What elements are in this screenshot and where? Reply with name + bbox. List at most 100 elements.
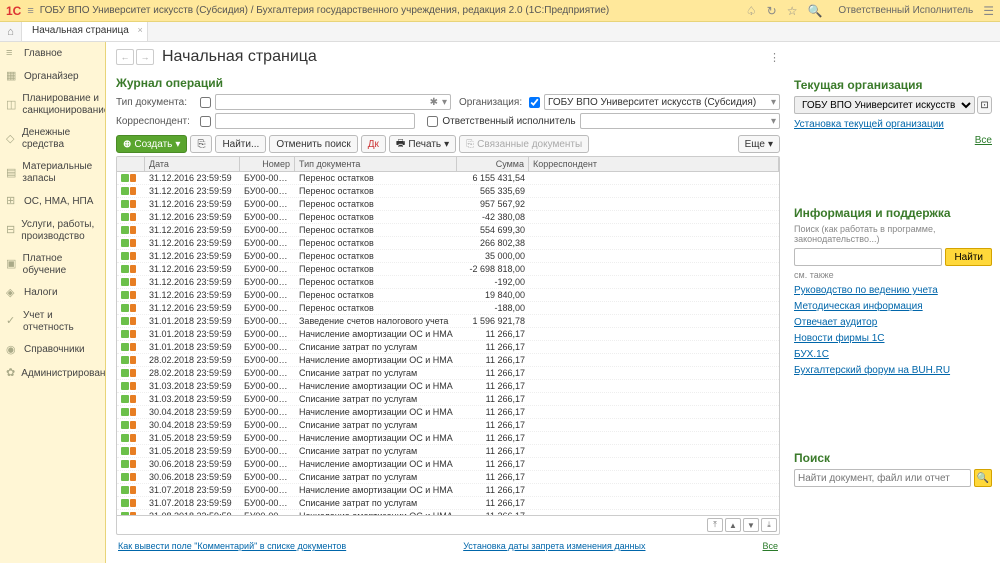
table-row[interactable]: 31.01.2018 23:59:59БУ00-000001Начисление…: [117, 328, 779, 341]
org-label: Организация:: [455, 97, 525, 108]
table-row[interactable]: 31.12.2016 23:59:59БУ00-000001Перенос ос…: [117, 172, 779, 185]
info-link-2[interactable]: Отвечает аудитор: [794, 317, 992, 328]
table-row[interactable]: 28.02.2018 23:59:59БУ00-000002Списание з…: [117, 367, 779, 380]
sidebar-item-7[interactable]: ▣Платное обучение: [0, 248, 105, 282]
sidebar-label: Услуги, работы, производство: [21, 219, 99, 243]
col-corr[interactable]: Корреспондент: [529, 157, 779, 171]
nav-back[interactable]: ←: [116, 49, 134, 65]
col-type[interactable]: Тип документа: [295, 157, 457, 171]
table-row[interactable]: 31.12.2016 23:59:59БУ00-000003Перенос ос…: [117, 185, 779, 198]
resp-label: Ответственный исполнитель: [442, 116, 575, 127]
sidebar-icon: ✿: [6, 367, 15, 380]
close-icon[interactable]: ×: [138, 25, 143, 35]
create-button[interactable]: ⊕Создать▾: [116, 135, 187, 153]
table-row[interactable]: 31.12.2016 23:59:59БУ00-000006Перенос ос…: [117, 224, 779, 237]
table-row[interactable]: 31.01.2018 23:59:59БУ00-000001Списание з…: [117, 341, 779, 354]
table-row[interactable]: 31.12.2016 23:59:59БУ00-000012Перенос ос…: [117, 302, 779, 315]
sidebar-item-8[interactable]: ◈Налоги: [0, 282, 105, 305]
footer-all[interactable]: Все: [762, 541, 778, 551]
corr-field[interactable]: [215, 113, 415, 129]
more-icon[interactable]: ⋮: [769, 51, 780, 64]
info-link-0[interactable]: Руководство по ведению учета: [794, 285, 992, 296]
corr-check[interactable]: [200, 116, 211, 127]
table-row[interactable]: 28.02.2018 23:59:59БУ00-000002Начисление…: [117, 354, 779, 367]
org-extra-button[interactable]: ⊡: [977, 96, 992, 114]
table-row[interactable]: 31.01.2018 23:59:59БУ00-000001Заведение …: [117, 315, 779, 328]
table-row[interactable]: 30.06.2018 23:59:59БУ00-000006Списание з…: [117, 471, 779, 484]
table-row[interactable]: 31.12.2016 23:59:59БУ00-000011Перенос ос…: [117, 289, 779, 302]
table-row[interactable]: 31.07.2018 23:59:59БУ00-000007Списание з…: [117, 497, 779, 510]
table-row[interactable]: 30.04.2018 23:59:59БУ00-000004Списание з…: [117, 419, 779, 432]
grid-up[interactable]: ▲: [725, 518, 741, 532]
table-row[interactable]: 31.12.2016 23:59:59БУ00-000007Перенос ос…: [117, 237, 779, 250]
org-setup-link[interactable]: Установка текущей организации: [794, 119, 992, 130]
table-row[interactable]: 30.04.2018 23:59:59БУ00-000004Начисление…: [117, 406, 779, 419]
footer-link-comment[interactable]: Как вывести поле "Комментарий" в списке …: [118, 541, 346, 551]
org-all-link[interactable]: Все: [975, 135, 992, 146]
home-icon[interactable]: ⌂: [0, 22, 22, 41]
star-icon[interactable]: ☆: [787, 4, 798, 18]
print-button[interactable]: 🖶Печать▾: [389, 135, 456, 153]
sidebar-icon: ◈: [6, 287, 18, 300]
col-num[interactable]: Номер: [240, 157, 295, 171]
menu-icon[interactable]: ≡: [27, 5, 33, 17]
sidebar-item-3[interactable]: ◇Денежные средства: [0, 122, 105, 156]
cancel-find-button[interactable]: Отменить поиск: [269, 135, 357, 153]
org-check[interactable]: [529, 97, 540, 108]
sidebar-label: Денежные средства: [22, 127, 99, 151]
sidebar-item-0[interactable]: ≡Главное: [0, 42, 105, 65]
global-search-button[interactable]: 🔍: [974, 469, 992, 487]
history-icon[interactable]: ↻: [767, 4, 777, 18]
info-link-1[interactable]: Методическая информация: [794, 301, 992, 312]
sidebar-item-10[interactable]: ◉Справочники: [0, 339, 105, 362]
grid-top[interactable]: ⤒: [707, 518, 723, 532]
search-icon[interactable]: 🔍: [807, 4, 822, 18]
related-button[interactable]: ⎘Связанные документы: [459, 135, 589, 153]
table-row[interactable]: 30.06.2018 23:59:59БУ00-000006Начисление…: [117, 458, 779, 471]
tab-start-page[interactable]: Начальная страница ×: [22, 22, 148, 41]
resp-check[interactable]: [427, 116, 438, 127]
org-field[interactable]: ГОБУ ВПО Университет искусств (Субсидия)…: [544, 94, 780, 110]
info-find-button[interactable]: Найти: [945, 248, 992, 266]
corr-label: Корреспондент:: [116, 116, 196, 127]
sidebar-item-9[interactable]: ✓Учет и отчетность: [0, 305, 105, 339]
grid-down[interactable]: ▼: [743, 518, 759, 532]
footer-link-date[interactable]: Установка даты запрета изменения данных: [463, 541, 645, 551]
doc-type-check[interactable]: [200, 97, 211, 108]
table-row[interactable]: 31.03.2018 23:59:59БУ00-000003Начисление…: [117, 380, 779, 393]
info-search-input[interactable]: [794, 248, 942, 266]
table-row[interactable]: 31.12.2016 23:59:59БУ00-000009Перенос ос…: [117, 263, 779, 276]
resp-field[interactable]: ▾: [580, 113, 780, 129]
table-row[interactable]: 31.03.2018 23:59:59БУ00-000003Списание з…: [117, 393, 779, 406]
col-sum[interactable]: Сумма: [457, 157, 529, 171]
nav-fwd[interactable]: →: [136, 49, 154, 65]
copy-button[interactable]: ⎘: [190, 135, 212, 153]
table-row[interactable]: 31.12.2016 23:59:59БУ00-000004Перенос ос…: [117, 198, 779, 211]
info-link-5[interactable]: Бухгалтерский форум на BUH.RU: [794, 365, 992, 376]
table-row[interactable]: 31.05.2018 23:59:59БУ00-000005Списание з…: [117, 445, 779, 458]
sidebar-item-1[interactable]: ▦Органайзер: [0, 65, 105, 88]
settings-icon[interactable]: ☰: [983, 4, 994, 18]
org-select[interactable]: ГОБУ ВПО Университет искусств (Субсидия): [794, 96, 975, 114]
info-link-4[interactable]: БУХ.1С: [794, 349, 992, 360]
table-row[interactable]: 31.05.2018 23:59:59БУ00-000005Начисление…: [117, 432, 779, 445]
more-button[interactable]: Еще▾: [738, 135, 780, 153]
sidebar-item-4[interactable]: ▤Материальные запасы: [0, 156, 105, 190]
sidebar-item-6[interactable]: ⊟Услуги, работы, производство: [0, 214, 105, 248]
table-row[interactable]: 31.12.2016 23:59:59БУ00-000005Перенос ос…: [117, 211, 779, 224]
global-search-input[interactable]: [794, 469, 971, 487]
col-date[interactable]: Дата: [145, 157, 240, 171]
grid-bottom[interactable]: ⤓: [761, 518, 777, 532]
info-link-3[interactable]: Новости фирмы 1С: [794, 333, 992, 344]
table-row[interactable]: 31.12.2016 23:59:59БУ00-000010Перенос ос…: [117, 276, 779, 289]
user-label[interactable]: Ответственный Исполнитель: [838, 5, 973, 16]
sidebar-item-2[interactable]: ◫Планирование и санкционирование: [0, 88, 105, 122]
dk-button[interactable]: Дк: [361, 135, 386, 153]
sidebar-item-11[interactable]: ✿Администрирование: [0, 362, 105, 385]
find-button[interactable]: Найти...: [215, 135, 266, 153]
doc-type-field[interactable]: ✱▾: [215, 94, 451, 110]
table-row[interactable]: 31.12.2016 23:59:59БУ00-000008Перенос ос…: [117, 250, 779, 263]
table-row[interactable]: 31.07.2018 23:59:59БУ00-000007Начисление…: [117, 484, 779, 497]
sidebar-item-5[interactable]: ⊞ОС, НМА, НПА: [0, 190, 105, 213]
bell-icon[interactable]: ♤: [746, 4, 757, 18]
